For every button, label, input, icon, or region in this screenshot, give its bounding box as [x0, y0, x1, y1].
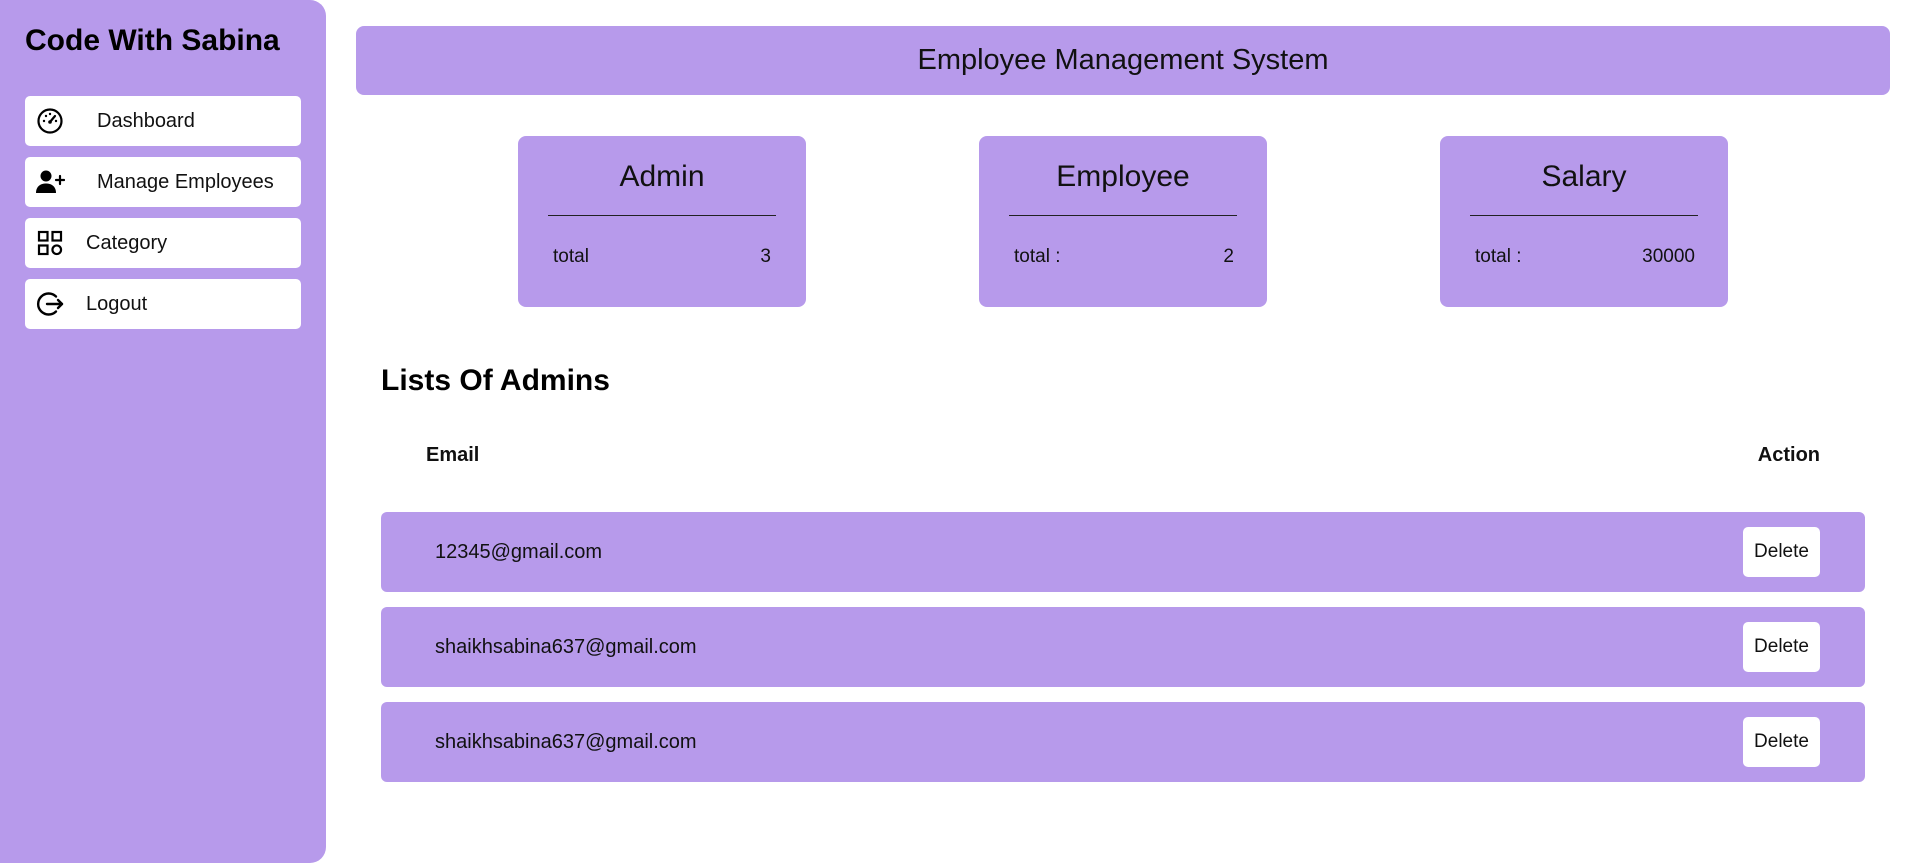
- delete-button[interactable]: Delete: [1743, 527, 1820, 577]
- stat-card-divider: [1009, 215, 1237, 216]
- column-header-email: Email: [426, 444, 480, 466]
- stat-card-value: 3: [760, 246, 771, 267]
- stat-card-admin: Admin total 3: [518, 136, 806, 307]
- stat-card-divider: [548, 215, 776, 216]
- page-header: Employee Management System: [356, 26, 1890, 95]
- stat-card-divider: [1470, 215, 1698, 216]
- stat-card-value: 30000: [1642, 246, 1695, 267]
- table-row: shaikhsabina637@gmail.com Delete: [381, 607, 1865, 687]
- stat-card-row: total 3: [553, 246, 771, 268]
- sidebar: Code With Sabina Dashboard Manage Employ…: [0, 0, 326, 863]
- page-title: Employee Management System: [917, 44, 1329, 76]
- sidebar-item-category[interactable]: Category: [25, 218, 301, 268]
- stat-card-row: total : 30000: [1475, 246, 1695, 268]
- table-row: shaikhsabina637@gmail.com Delete: [381, 702, 1865, 782]
- admin-email: shaikhsabina637@gmail.com: [435, 731, 697, 753]
- app-root: Code With Sabina Dashboard Manage Employ…: [0, 0, 1919, 863]
- stat-card-employee: Employee total : 2: [979, 136, 1267, 307]
- stat-card-title: Admin: [619, 160, 705, 193]
- sidebar-item-label: Category: [86, 231, 168, 254]
- stat-card-label: total :: [1014, 246, 1061, 267]
- sidebar-item-dashboard[interactable]: Dashboard: [25, 96, 301, 146]
- admins-table-body: 12345@gmail.com Delete shaikhsabina637@g…: [381, 512, 1865, 797]
- stat-card-label: total :: [1475, 246, 1522, 267]
- delete-button[interactable]: Delete: [1743, 717, 1820, 767]
- admin-email: shaikhsabina637@gmail.com: [435, 636, 697, 658]
- admin-email: 12345@gmail.com: [435, 541, 603, 563]
- delete-button[interactable]: Delete: [1743, 622, 1820, 672]
- person-add-icon: [35, 167, 65, 197]
- column-header-action: Action: [1757, 444, 1820, 466]
- stat-card-title: Employee: [1056, 160, 1190, 193]
- sidebar-item-label: Manage Employees: [97, 170, 274, 193]
- admins-section-title: Lists Of Admins: [381, 364, 610, 397]
- stat-card-title: Salary: [1541, 160, 1627, 193]
- sidebar-item-label: Dashboard: [97, 109, 195, 132]
- table-row: 12345@gmail.com Delete: [381, 512, 1865, 592]
- sidebar-item-manage-employees[interactable]: Manage Employees: [25, 157, 301, 207]
- stat-card-row: total : 2: [1014, 246, 1234, 268]
- sidebar-nav: Dashboard Manage Employees Category Logo…: [25, 96, 301, 340]
- sidebar-item-label: Logout: [86, 292, 148, 315]
- stat-card-value: 2: [1223, 246, 1234, 267]
- brand-title: Code With Sabina: [25, 24, 280, 57]
- speedometer-icon: [35, 106, 65, 136]
- grid-icon: [35, 228, 65, 258]
- logout-icon: [35, 289, 65, 319]
- stat-card-salary: Salary total : 30000: [1440, 136, 1728, 307]
- sidebar-item-logout[interactable]: Logout: [25, 279, 301, 329]
- stat-card-label: total: [553, 246, 589, 267]
- admins-table-header: Email Action: [381, 444, 1865, 474]
